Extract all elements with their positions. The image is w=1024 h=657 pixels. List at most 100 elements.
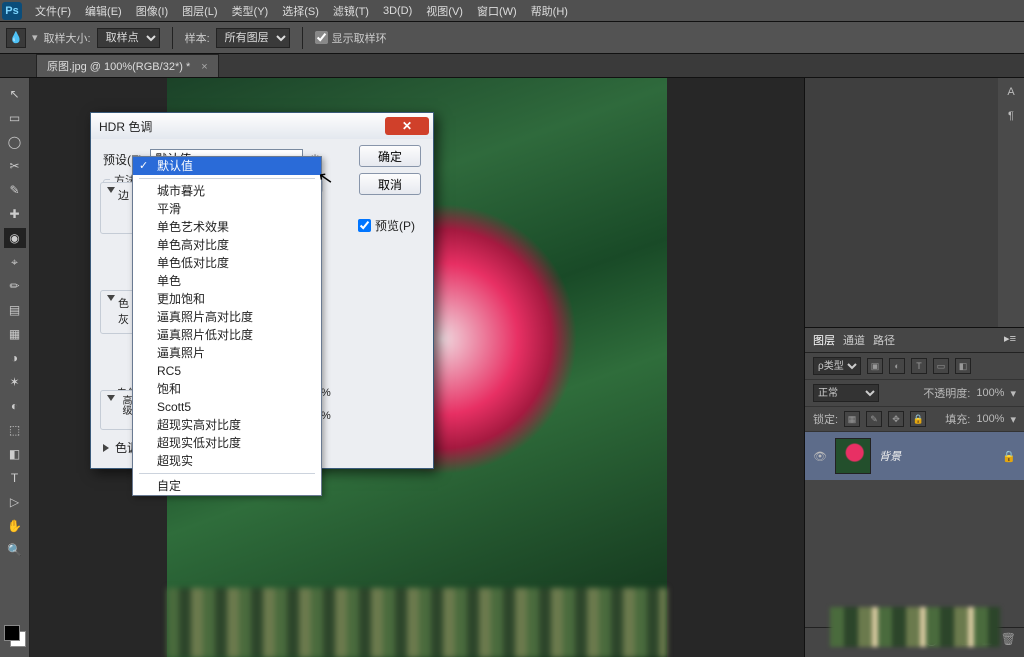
tab-channels[interactable]: 通道 (843, 332, 865, 348)
expand-icon[interactable] (103, 444, 109, 452)
preset-option[interactable]: 超现实低对比度 (133, 434, 321, 452)
cancel-button[interactable]: 取消 (359, 173, 421, 195)
layer-thumbnail[interactable] (835, 438, 871, 474)
filter-smart-icon[interactable]: ◧ (955, 358, 971, 374)
panel-menu-icon[interactable]: ▸≡ (1004, 332, 1016, 348)
tool-lasso[interactable]: ◯ (4, 132, 26, 152)
chevron-down-icon[interactable]: ▾ (1010, 413, 1016, 426)
sample-label: 样本: (185, 30, 210, 46)
tool-blur[interactable]: ✶ (4, 372, 26, 392)
menu-help[interactable]: 帮助(H) (524, 0, 575, 22)
preset-option-custom[interactable]: 自定 (133, 477, 321, 495)
tool-marquee[interactable]: ▭ (4, 108, 26, 128)
filter-image-icon[interactable]: ▣ (867, 358, 883, 374)
lock-position-icon[interactable]: ✥ (888, 411, 904, 427)
menu-filter[interactable]: 滤镜(T) (326, 0, 376, 22)
tool-hand[interactable]: ✋ (4, 516, 26, 536)
preset-option[interactable]: 逼真照片高对比度 (133, 308, 321, 326)
menu-image[interactable]: 图像(I) (129, 0, 175, 22)
menu-type[interactable]: 类型(Y) (225, 0, 276, 22)
opacity-label: 不透明度: (923, 385, 970, 401)
sample-select[interactable]: 所有图层 (216, 28, 290, 48)
lock-label: 锁定: (813, 411, 838, 427)
tab-layers[interactable]: 图层 (813, 332, 835, 348)
opacity-value[interactable]: 100% (976, 387, 1004, 399)
preview-checkbox[interactable] (358, 219, 371, 232)
preview-checkbox-row[interactable]: 预览(P) (358, 217, 415, 234)
preset-option[interactable]: 单色艺术效果 (133, 218, 321, 236)
preset-option[interactable]: 逼真照片 (133, 344, 321, 362)
preset-option[interactable]: 更加饱和 (133, 290, 321, 308)
preset-option[interactable]: 超现实 (133, 452, 321, 470)
lock-all-icon[interactable]: 🔒 (910, 411, 926, 427)
tool-shape[interactable]: ◧ (4, 444, 26, 464)
tool-type[interactable]: T (4, 468, 26, 488)
menu-window[interactable]: 窗口(W) (470, 0, 524, 22)
layer-name[interactable]: 背景 (879, 448, 901, 464)
filter-type-icon[interactable]: T (911, 358, 927, 374)
close-button[interactable]: ✕ (385, 117, 429, 135)
app-logo: Ps (2, 2, 22, 20)
chevron-down-icon[interactable]: ▾ (32, 31, 38, 44)
visibility-icon[interactable]: 👁 (813, 450, 827, 463)
sample-size-select[interactable]: 取样点 (97, 28, 160, 48)
tool-move[interactable]: ↖ (4, 84, 26, 104)
preset-option[interactable]: 默认值 (133, 157, 321, 175)
preset-option[interactable]: 超现实高对比度 (133, 416, 321, 434)
sample-size-label: 取样大小: (44, 30, 91, 46)
preset-option[interactable]: 单色高对比度 (133, 236, 321, 254)
preset-option[interactable]: RC5 (133, 362, 321, 380)
fill-value[interactable]: 100% (976, 413, 1004, 425)
tool-zoom[interactable]: 🔍 (4, 540, 26, 560)
tool-pen[interactable]: ⬚ (4, 420, 26, 440)
filter-shape-icon[interactable]: ▭ (933, 358, 949, 374)
tool-eyedropper[interactable]: ◉ (4, 228, 26, 248)
menu-file[interactable]: 文件(F) (28, 0, 78, 22)
preset-option[interactable]: 逼真照片低对比度 (133, 326, 321, 344)
eyedropper-icon[interactable]: 💧 (6, 28, 26, 48)
tool-gradient[interactable]: ◑ (4, 348, 26, 368)
show-ring-checkbox[interactable] (315, 31, 328, 44)
lock-transparent-icon[interactable]: ▦ (844, 411, 860, 427)
percent-unit: % (321, 387, 335, 399)
menu-3d[interactable]: 3D(D) (376, 2, 419, 20)
ok-button[interactable]: 确定 (359, 145, 421, 167)
lock-image-icon[interactable]: ✎ (866, 411, 882, 427)
preset-option[interactable]: 单色 (133, 272, 321, 290)
menu-select[interactable]: 选择(S) (275, 0, 326, 22)
tool-crop[interactable]: ✂ (4, 156, 26, 176)
menu-layer[interactable]: 图层(L) (175, 0, 224, 22)
preset-option[interactable]: Scott5 (133, 398, 321, 416)
filter-adjust-icon[interactable]: ◐ (889, 358, 905, 374)
color-swatches[interactable] (4, 625, 28, 649)
trash-icon[interactable]: 🗑 (1001, 632, 1016, 653)
menu-view[interactable]: 视图(V) (419, 0, 470, 22)
chevron-down-icon[interactable]: ▾ (1010, 387, 1016, 400)
preset-option[interactable]: 平滑 (133, 200, 321, 218)
character-panel-icon[interactable]: A (1007, 86, 1014, 98)
tool-history[interactable]: ▦ (4, 324, 26, 344)
paragraph-panel-icon[interactable]: ¶ (1008, 110, 1014, 122)
separator (172, 27, 173, 49)
tool-brush[interactable]: ✎ (4, 180, 26, 200)
tool-dodge[interactable]: ◐ (4, 396, 26, 416)
show-sampling-ring[interactable]: 显示取样环 (315, 30, 387, 46)
tab-paths[interactable]: 路径 (873, 332, 895, 348)
preset-option[interactable]: 城市暮光 (133, 182, 321, 200)
tool-target[interactable]: ⌖ (4, 252, 26, 272)
fg-color[interactable] (4, 625, 20, 641)
tool-heal[interactable]: ✚ (4, 204, 26, 224)
document-tab[interactable]: 原图.jpg @ 100%(RGB/32*) * × (36, 54, 219, 77)
tool-path[interactable]: ▷ (4, 492, 26, 512)
preset-option[interactable]: 饱和 (133, 380, 321, 398)
preset-option[interactable]: 单色低对比度 (133, 254, 321, 272)
menu-edit[interactable]: 编辑(E) (78, 0, 129, 22)
layer-row[interactable]: 👁 背景 🔒 (805, 432, 1024, 480)
dialog-titlebar[interactable]: HDR 色调 ✕ (91, 113, 433, 139)
tool-pencil[interactable]: ✏ (4, 276, 26, 296)
layer-filter-select[interactable]: ρ类型 (813, 357, 861, 375)
blend-mode-select[interactable]: 正常 (813, 384, 879, 402)
percent-unit: % (321, 410, 335, 422)
tool-stamp[interactable]: ▤ (4, 300, 26, 320)
close-icon[interactable]: × (201, 61, 207, 73)
